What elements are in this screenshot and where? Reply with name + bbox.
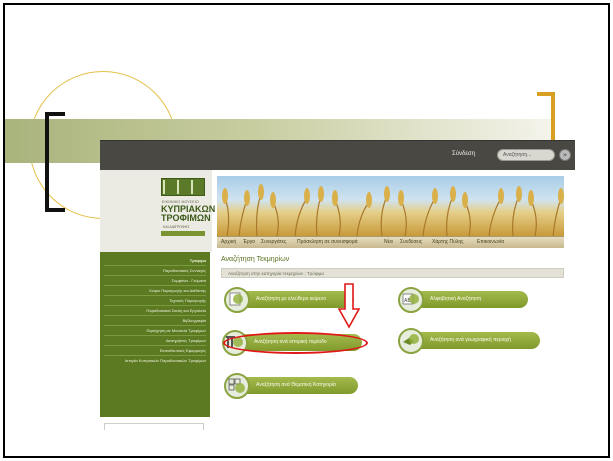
- sidebar-divider: [104, 305, 206, 306]
- sidebar-item-preservation[interactable]: Διατηρήσεις Τροφίμων: [166, 338, 206, 343]
- alphabetic-search-button[interactable]: Αλφαβητική Αναζήτηση: [408, 291, 528, 308]
- sidebar-item-meals[interactable]: Συμφάνα - Γεύματα: [172, 278, 206, 283]
- geographic-search-button[interactable]: Αναζήτηση ανά γεωγραφική περιοχή: [408, 332, 540, 349]
- sidebar-item-museums[interactable]: Περιήγηση σε Μουσεία Τροφίμων: [146, 328, 206, 333]
- sidebar-divider: [104, 325, 206, 326]
- logo-emblem-icon: [161, 178, 205, 196]
- search-go-button[interactable]: »: [559, 149, 571, 161]
- sidebar-item-production-places[interactable]: Χώροι Παραγωγής και Διάθεσης: [149, 288, 206, 293]
- sidebar-item-recipes[interactable]: Παραδοσιακές Συνταγές: [163, 268, 206, 273]
- sidebar-item-education[interactable]: Εκπαιδευτικές Εφαρμογές: [160, 348, 206, 353]
- sidebar-item-techniques[interactable]: Τεχνικές Παραγωγής: [169, 298, 206, 303]
- decorative-bracket-left: [45, 112, 65, 212]
- sidebar-divider: [104, 295, 206, 296]
- nav-project[interactable]: Έργο: [243, 239, 255, 245]
- sidebar-divider: [104, 285, 206, 286]
- main-nav: Αρχική Έργο Συνεργάτες Πρόσκληση σε συνε…: [217, 236, 564, 248]
- sidebar-item-foods[interactable]: Τρόφιμα: [190, 258, 206, 263]
- sidebar-item-utensils[interactable]: Παραδοσιακά Σκεύη και Εργαλεία: [146, 308, 206, 313]
- website-screenshot: Σύνδεση Αναζήτηση... » ΕΙΚΟΝΙΚΟ ΜΟΥΣΕΙΟ …: [100, 140, 575, 430]
- categories-icon: [224, 373, 250, 399]
- sidebar-divider: [104, 335, 206, 336]
- sidebar-item-bibliography[interactable]: Βιβλιογραφία: [183, 318, 206, 323]
- sidebar: Τρόφιμα Παραδοσιακές Συνταγές Συμφάνα - …: [100, 252, 210, 417]
- logo[interactable]: ΕΙΚΟΝΙΚΟ ΜΟΥΣΕΙΟ ΚΥΠΡΙΑΚΩΝ ΤΡΟΦΙΜΩΝ ΚΑΙ …: [100, 170, 216, 252]
- nav-home[interactable]: Αρχική: [221, 239, 236, 245]
- login-link[interactable]: Σύνδεση: [452, 151, 475, 157]
- sidebar-item-history[interactable]: Ιστορία Κυπριακών Παραδοσιακών Τροφίμων: [125, 358, 206, 363]
- magnifier-icon: [224, 287, 250, 313]
- breadcrumb: Αναζήτηση στην κατηγορία τεκμηρίων ; Τρό…: [221, 268, 564, 278]
- sidebar-divider: [104, 345, 206, 346]
- wheat-banner-image: [217, 176, 564, 236]
- map-icon: [398, 328, 424, 354]
- nav-news[interactable]: Νέα: [384, 239, 393, 245]
- free-text-search-button[interactable]: Αναζήτηση με ελεύθερο κείμενο: [234, 291, 354, 308]
- alphabet-icon: AB: [398, 287, 424, 313]
- nav-contact[interactable]: Επικοινωνία: [477, 239, 504, 245]
- sidebar-divider: [104, 275, 206, 276]
- logo-bar: [161, 231, 205, 236]
- logo-name: ΚΥΠΡΙΑΚΩΝ ΤΡΟΦΙΜΩΝ: [161, 204, 216, 223]
- sidebar-divider: [104, 265, 206, 266]
- thematic-category-search-button[interactable]: Αναζήτηση ανά Θεματική Κατηγορία: [234, 377, 358, 394]
- red-down-arrow-icon: [338, 283, 360, 329]
- top-bar: Σύνδεση Αναζήτηση... »: [100, 141, 575, 170]
- red-highlight-ellipse: [223, 332, 368, 354]
- logo-line3: ΚΑΙ ΔΙΑΤΡΟΦΗΣ: [163, 225, 190, 229]
- sidebar-footer-box: [104, 423, 204, 430]
- page-title: Αναζήτηση Τεκμηρίων: [221, 256, 290, 263]
- nav-contribute[interactable]: Πρόσκληση σε συνεισφορά: [297, 239, 358, 245]
- nav-links[interactable]: Συνδέσεις: [400, 239, 422, 245]
- nav-partners[interactable]: Συνεργάτες: [261, 239, 286, 245]
- sidebar-divider: [104, 315, 206, 316]
- nav-sitemap[interactable]: Χάρτης Πύλης: [432, 239, 464, 245]
- sidebar-divider: [104, 355, 206, 356]
- search-input[interactable]: Αναζήτηση...: [497, 149, 555, 161]
